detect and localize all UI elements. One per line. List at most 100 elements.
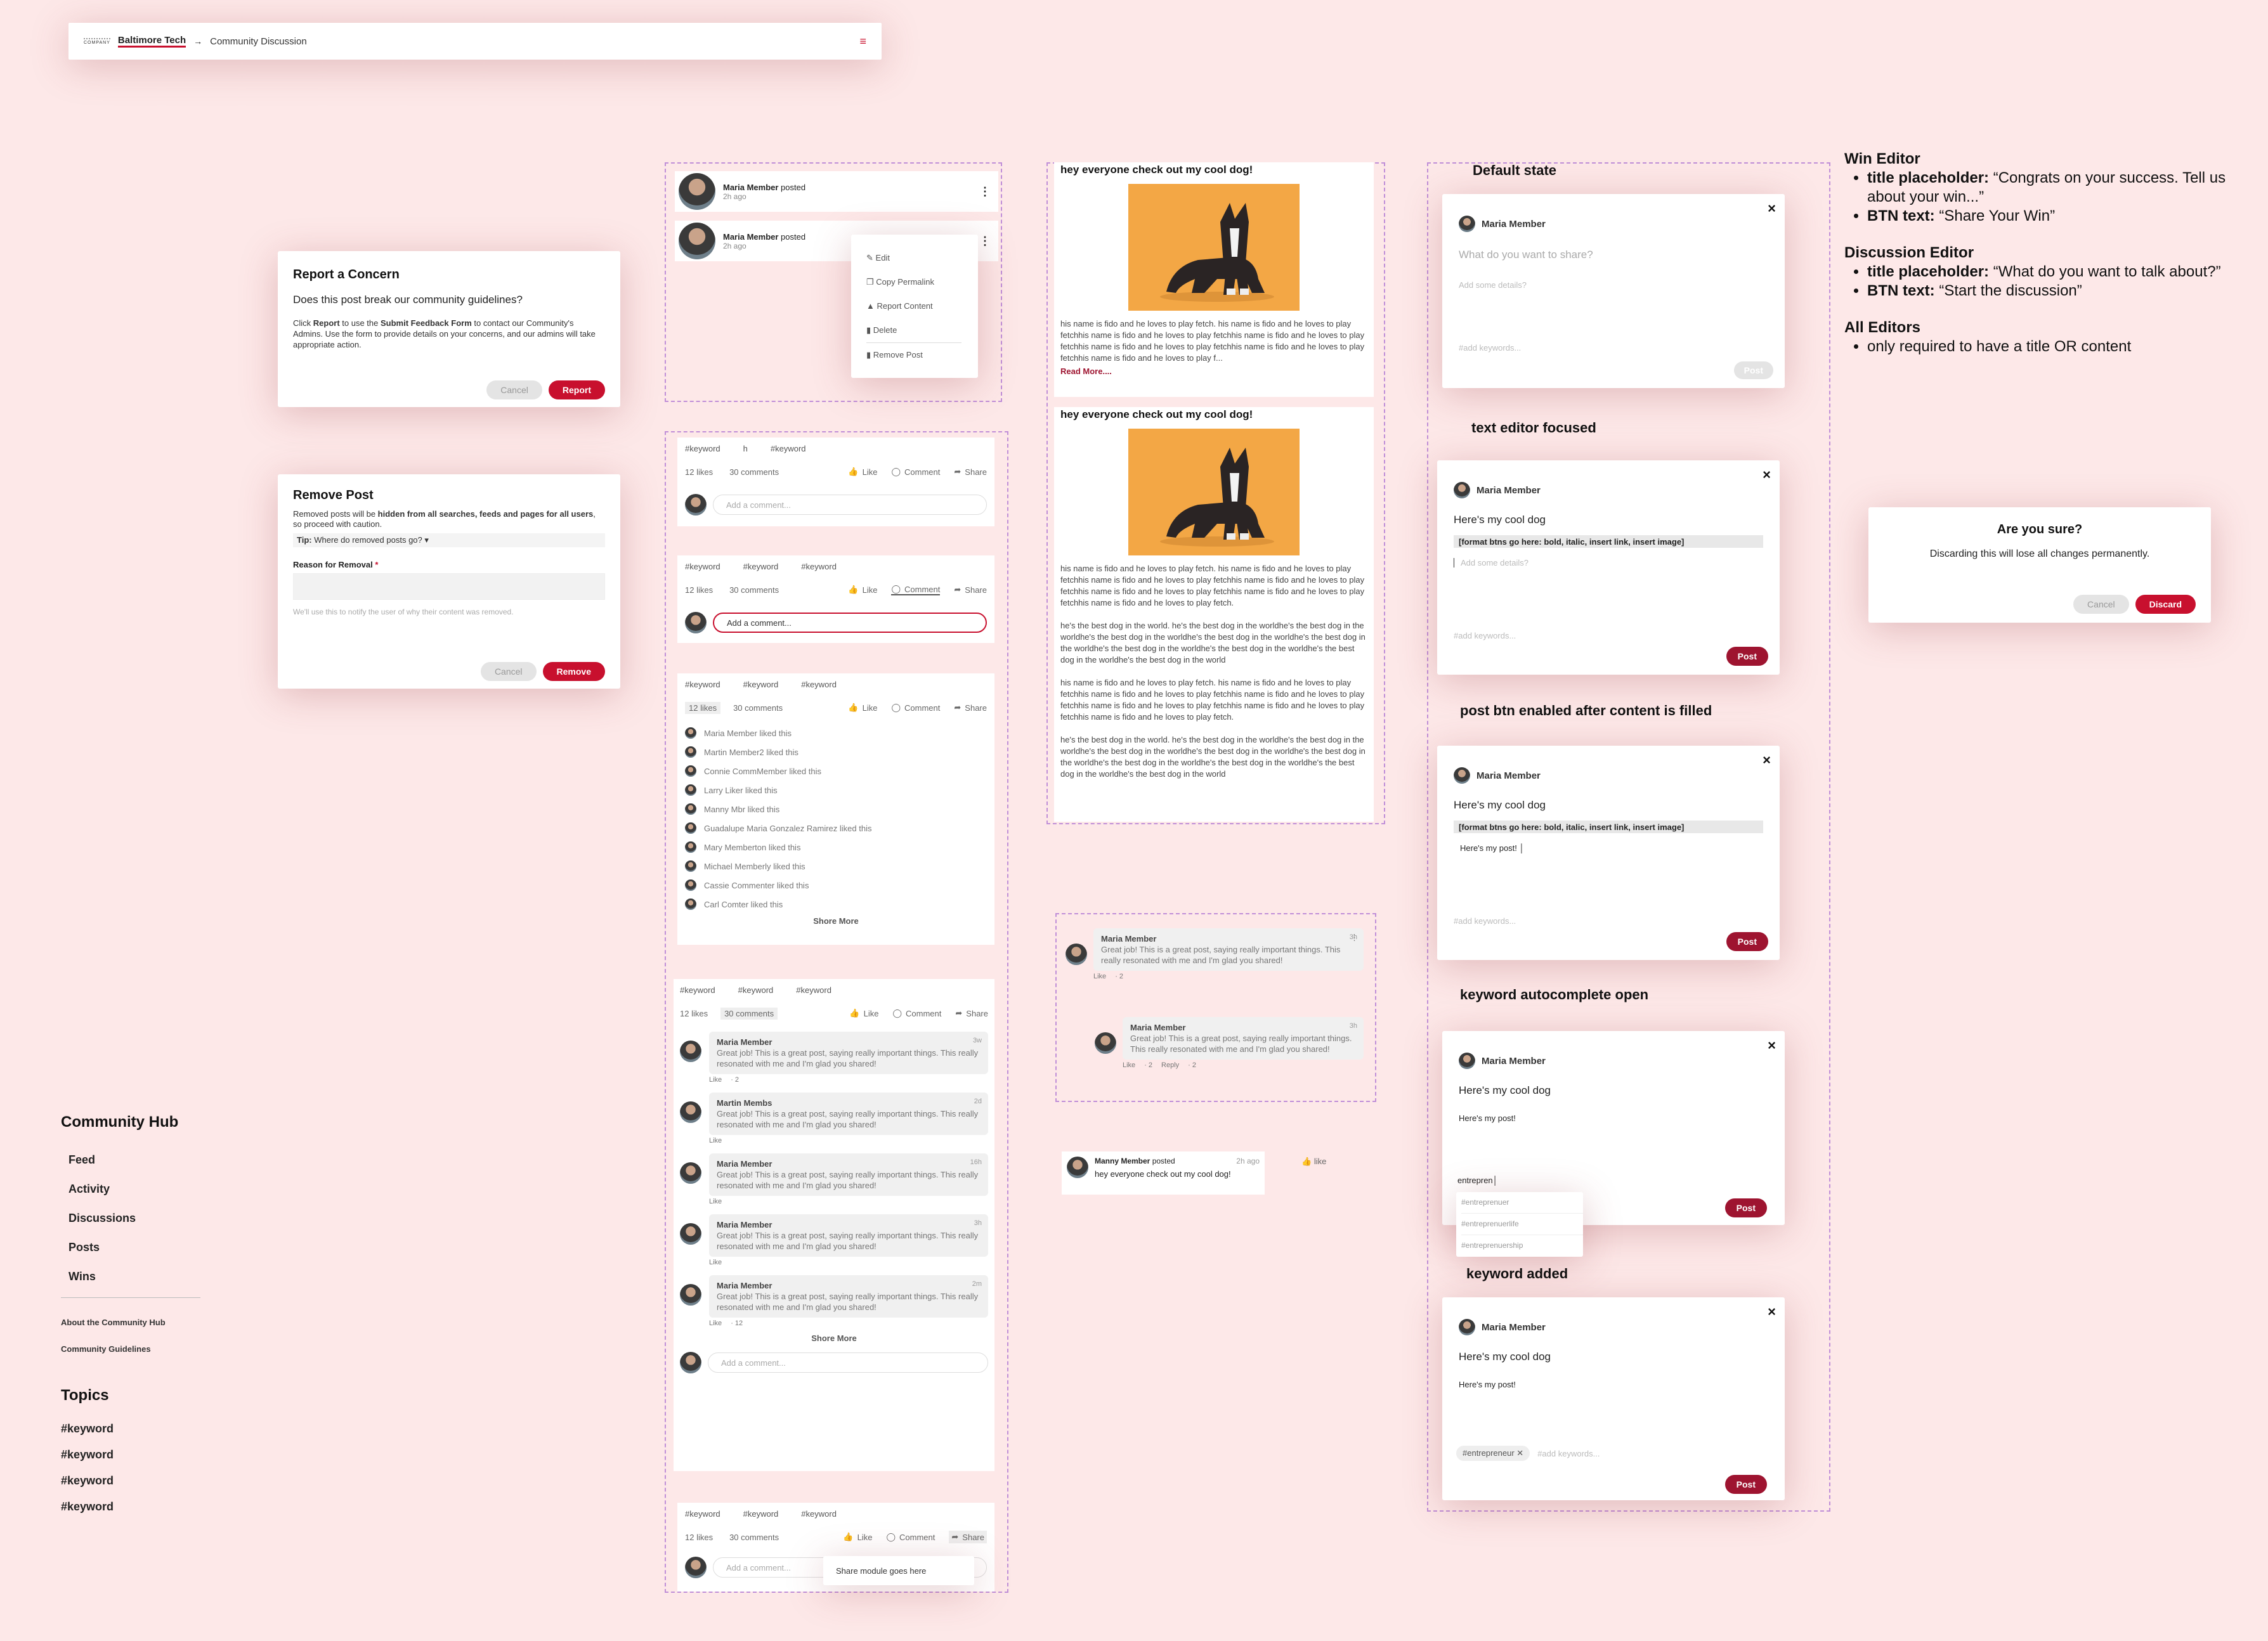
keyword-tag[interactable]: #keyword [771, 444, 806, 453]
menu-item-copy-permalink[interactable]: ❐ Copy Permalink [866, 270, 978, 294]
reason-input[interactable] [293, 573, 605, 600]
keywords-input[interactable]: #add keywords... [1537, 1449, 1600, 1458]
liker-item[interactable]: Mary Memberton liked this [685, 838, 987, 857]
share-button[interactable]: ➦ Share [954, 584, 987, 595]
topic-link[interactable]: #keyword [61, 1442, 207, 1468]
comments-count[interactable]: 30 comments [733, 703, 783, 713]
share-button[interactable]: ➦ Share [954, 467, 987, 477]
liker-item[interactable]: Guadalupe Maria Gonzalez Ramirez liked t… [685, 819, 987, 838]
avatar[interactable] [679, 173, 715, 210]
avatar[interactable] [679, 223, 715, 259]
brand-link[interactable]: Baltimore Tech [117, 35, 186, 48]
keyword-tag[interactable]: #keyword [680, 985, 715, 995]
likes-count[interactable]: 12 likes [685, 1533, 713, 1542]
cancel-button[interactable]: Cancel [480, 662, 537, 681]
post-title[interactable]: hey everyone check out my cool dog! [1060, 164, 1367, 176]
liker-item[interactable]: Carl Comter liked this [685, 895, 987, 914]
keyword-tag[interactable]: #keyword [743, 562, 779, 571]
show-more-link[interactable]: Shore More [680, 1333, 988, 1343]
likes-count[interactable]: 12 likes [680, 1009, 708, 1018]
sidebar-item-wins[interactable]: Wins [68, 1262, 207, 1291]
title-input[interactable]: Here's my cool dog [1459, 1351, 1768, 1363]
keyword-tag[interactable]: #keyword [685, 1509, 720, 1519]
liker-item[interactable]: Martin Member2 liked this [685, 743, 987, 762]
keyword-tag[interactable]: #keyword [738, 985, 774, 995]
show-more-link[interactable]: Shore More [685, 916, 987, 926]
tip-row[interactable]: Tip: Where do removed posts go? ▾ [293, 533, 605, 547]
keywords-input[interactable]: #add keywords... [1454, 916, 1516, 926]
share-button[interactable]: ➦ Share [954, 703, 987, 713]
cancel-button[interactable]: Cancel [2073, 595, 2129, 614]
post-button[interactable]: Post [1726, 932, 1768, 951]
close-icon[interactable]: × [1768, 1037, 1776, 1054]
suggestion-item[interactable]: #entreprenuerlife [1461, 1214, 1583, 1235]
menu-item-delete[interactable]: ▮ Delete [866, 318, 961, 343]
body-input[interactable]: Here's my post! [1459, 1113, 1768, 1123]
menu-item-report[interactable]: ▲ Report Content [866, 294, 978, 318]
close-icon[interactable]: × [1763, 752, 1771, 769]
more-icon[interactable]: ⋮ [979, 235, 991, 248]
format-toolbar[interactable]: [format btns go here: bold, italic, inse… [1454, 820, 1763, 833]
comment-button[interactable]: ◯ Comment [891, 467, 940, 477]
close-icon[interactable]: × [1763, 467, 1771, 483]
like-button[interactable]: 👍 Like [848, 703, 877, 713]
post-button[interactable]: Post [1733, 361, 1773, 379]
post-button[interactable]: Post [1724, 1475, 1767, 1494]
comment-like-button[interactable]: Like [709, 1076, 722, 1084]
menu-item-edit[interactable]: ✎ Edit [866, 246, 978, 270]
liker-item[interactable]: Cassie Commenter liked this [685, 876, 987, 895]
comment-like-button[interactable]: Like [709, 1259, 722, 1266]
topic-link[interactable]: #keyword [61, 1416, 207, 1442]
liker-item[interactable]: Manny Mbr liked this [685, 800, 987, 819]
body-input[interactable]: Here's my post! [1459, 1380, 1768, 1389]
title-input[interactable]: Here's my cool dog [1454, 799, 1763, 812]
keywords-input[interactable]: #add keywords... [1454, 631, 1516, 640]
keyword-tag[interactable]: #keyword [801, 680, 837, 689]
guidelines-link[interactable]: Community Guidelines [61, 1336, 207, 1363]
post-button[interactable]: Post [1726, 647, 1768, 666]
comment-like-button[interactable]: Like [709, 1320, 722, 1327]
like-button[interactable]: 👍 Like [848, 467, 877, 477]
keyword-tag[interactable]: #keyword [743, 680, 779, 689]
keyword-tag[interactable]: #keyword [685, 444, 720, 453]
keyword-tag[interactable]: #keyword [743, 1509, 779, 1519]
close-icon[interactable]: × [1768, 1304, 1776, 1320]
more-icon[interactable]: ⋮ [979, 185, 991, 198]
like-button[interactable]: 👍 Like [848, 584, 877, 595]
breadcrumb-page[interactable]: Community Discussion [210, 36, 307, 47]
comments-count[interactable]: 30 comments [729, 467, 779, 477]
dog-image[interactable] [1128, 429, 1300, 555]
title-input[interactable]: Here's my cool dog [1459, 1084, 1768, 1097]
body-input[interactable]: Here's my post! │ [1454, 843, 1763, 853]
post-title[interactable]: hey everyone check out my cool dog! [1060, 408, 1367, 421]
comment-button[interactable]: ◯ Comment [886, 1531, 935, 1543]
share-button[interactable]: ➦ Share [949, 1531, 987, 1543]
share-module[interactable]: Share module goes here [823, 1556, 974, 1585]
comment-button[interactable]: ◯ Comment [891, 703, 940, 713]
discard-button[interactable]: Discard [2135, 595, 2196, 614]
comments-count[interactable]: 30 comments [729, 1533, 779, 1542]
about-link[interactable]: About the Community Hub [61, 1309, 207, 1336]
sidebar-item-posts[interactable]: Posts [68, 1233, 207, 1262]
keywords-input[interactable]: #add keywords... [1459, 343, 1521, 353]
keyword-tag[interactable]: #keyword [801, 562, 837, 571]
like-button[interactable]: 👍 Like [849, 1008, 878, 1018]
comment-input[interactable]: Add a comment... [713, 495, 987, 515]
keyword-tag[interactable]: #keyword [796, 985, 831, 995]
reply-button[interactable]: Reply [1161, 1061, 1179, 1069]
read-more-link[interactable]: Read More.... [1060, 366, 1367, 376]
topic-link[interactable]: #keyword [61, 1494, 207, 1520]
likes-count[interactable]: 12 likes [685, 585, 713, 595]
mini-like-button[interactable]: 👍 like [1301, 1157, 1326, 1167]
sidebar-item-activity[interactable]: Activity [68, 1174, 207, 1203]
comment-like-button[interactable]: Like [709, 1137, 722, 1145]
cancel-button[interactable]: Cancel [486, 380, 542, 399]
post-button[interactable]: Post [1724, 1198, 1767, 1217]
comment-like-button[interactable]: Like [709, 1198, 722, 1205]
comment-button[interactable]: ◯ Comment [892, 1008, 941, 1018]
report-button[interactable]: Report [548, 380, 605, 399]
format-toolbar[interactable]: [format btns go here: bold, italic, inse… [1454, 535, 1763, 548]
comments-count[interactable]: 30 comments [729, 585, 779, 595]
sidebar-item-feed[interactable]: Feed [68, 1145, 207, 1174]
author-name[interactable]: Maria Member [723, 183, 778, 192]
